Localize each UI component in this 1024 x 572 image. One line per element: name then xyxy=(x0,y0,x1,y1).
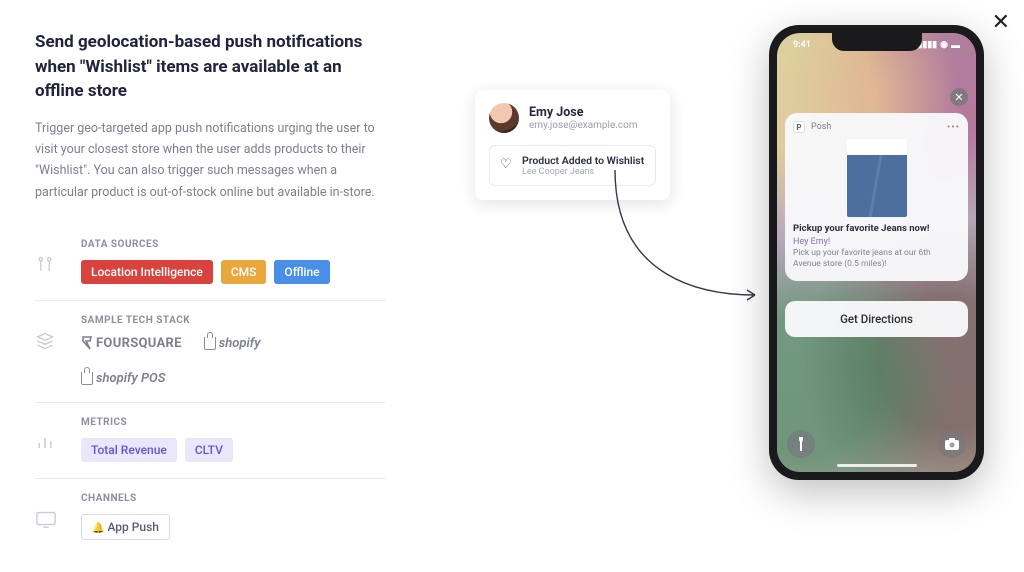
channels-icon xyxy=(35,493,63,540)
pill-app-push[interactable]: 🔔 App Push xyxy=(81,514,170,540)
metrics-icon xyxy=(35,417,63,462)
metrics-label: METRICS xyxy=(81,417,385,428)
pill-offline[interactable]: Offline xyxy=(274,260,329,284)
tech-stack-icon xyxy=(35,315,63,386)
notification-greeting: Hey Emy! xyxy=(793,237,960,247)
pill-cms[interactable]: CMS xyxy=(221,260,267,284)
logo-shopify-pos: shopify POS xyxy=(81,371,385,386)
preview-panel: ✕ Emy Jose emy.jose@example.com Product … xyxy=(410,0,1024,572)
event-title: Product Added to Wishlist xyxy=(522,154,644,167)
logo-foursquare: FOURSQUARE xyxy=(81,336,182,351)
user-event-card: Emy Jose emy.jose@example.com Product Ad… xyxy=(475,90,670,200)
notification-dismiss[interactable]: ✕ xyxy=(950,88,968,106)
notification-more-icon[interactable]: ••• xyxy=(947,122,960,133)
app-icon: P xyxy=(793,121,805,133)
product-image xyxy=(847,139,907,217)
close-button[interactable]: ✕ xyxy=(992,10,1010,35)
logo-shopify: shopify xyxy=(204,336,261,351)
bell-icon: 🔔 xyxy=(92,523,104,534)
wifi-icon: ◉ xyxy=(940,40,948,50)
data-sources-label: DATA SOURCES xyxy=(81,239,385,250)
pill-total-revenue[interactable]: Total Revenue xyxy=(81,438,177,462)
event-row: Product Added to Wishlist Lee Cooper Jea… xyxy=(489,145,656,186)
section-tech-stack: SAMPLE TECH STACK FOURSQUARE shopify sho… xyxy=(35,301,385,403)
section-data-sources: DATA SOURCES Location Intelligence CMS O… xyxy=(35,225,385,301)
pill-cltv[interactable]: CLTV xyxy=(185,438,233,462)
phone-mockup: 9:41 ▮▮▮▮ ◉ ▬ ✕ P Posh ••• xyxy=(769,25,984,480)
get-directions-button[interactable]: Get Directions xyxy=(785,301,968,337)
notification-body: Pick up your favorite jeans at our 6th A… xyxy=(793,248,960,271)
section-channels: CHANNELS 🔔 App Push xyxy=(35,479,385,556)
avatar xyxy=(489,103,519,133)
tech-stack-label: SAMPLE TECH STACK xyxy=(81,315,385,326)
detail-panel: Send geolocation-based push notification… xyxy=(0,0,410,572)
pill-location-intelligence[interactable]: Location Intelligence xyxy=(81,260,213,284)
channels-label: CHANNELS xyxy=(81,493,385,504)
event-sub: Lee Cooper Jeans xyxy=(522,167,644,177)
heart-icon xyxy=(500,159,514,173)
flashlight-button[interactable] xyxy=(787,430,815,458)
camera-button[interactable] xyxy=(938,430,966,458)
home-indicator[interactable] xyxy=(837,464,917,467)
notification-card[interactable]: P Posh ••• Pickup your favorite Jeans no… xyxy=(785,113,968,281)
battery-icon: ▬ xyxy=(951,40,960,51)
user-email: emy.jose@example.com xyxy=(529,120,638,131)
section-metrics: METRICS Total Revenue CLTV xyxy=(35,403,385,479)
detail-description: Trigger geo-targeted app push notificati… xyxy=(35,118,385,203)
user-name: Emy Jose xyxy=(529,105,638,120)
status-time: 9:41 xyxy=(793,40,811,50)
data-sources-icon xyxy=(35,239,63,284)
app-name: Posh xyxy=(811,122,831,132)
notification-title: Pickup your favorite Jeans now! xyxy=(793,223,960,234)
detail-title: Send geolocation-based push notification… xyxy=(35,30,385,104)
